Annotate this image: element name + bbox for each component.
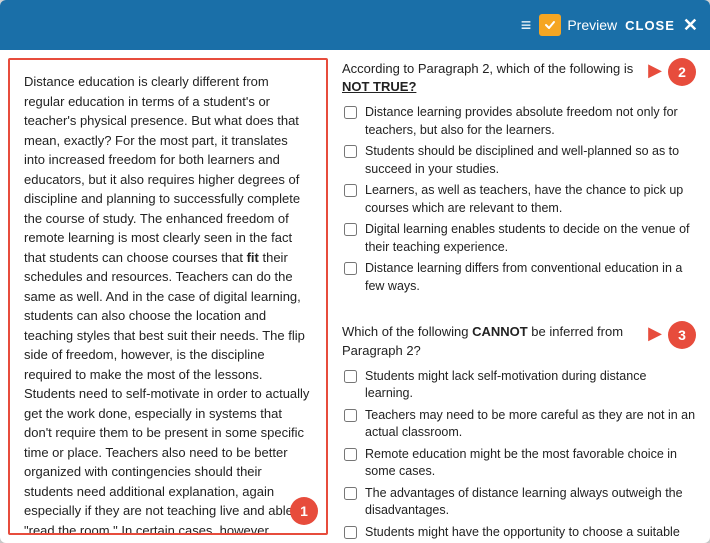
option-item: Distance learning differs from conventio…: [344, 260, 696, 295]
option-label-2-3: Remote education might be the most favor…: [365, 446, 696, 481]
paragraph-badge-1: 1: [290, 497, 318, 525]
option-label-1-2: Students should be disciplined and well-…: [365, 143, 696, 178]
question-text-2: Which of the following CANNOT be inferre…: [342, 323, 642, 359]
option-label-1-4: Digital learning enables students to dec…: [365, 221, 696, 256]
option-checkbox-2-5[interactable]: [344, 526, 357, 539]
question1-text-bold: NOT TRUE?: [342, 79, 416, 94]
close-x-icon[interactable]: ✕: [683, 16, 698, 34]
option-item: Students might have the opportunity to c…: [344, 524, 696, 543]
option-label-2-2: Teachers may need to be more careful as …: [365, 407, 696, 442]
left-panel: Distance education is clearly different …: [8, 58, 328, 535]
grid-icon[interactable]: ≡: [521, 15, 532, 36]
option-label-2-1: Students might lack self-motivation duri…: [365, 368, 696, 403]
question-header-1: According to Paragraph 2, which of the f…: [342, 60, 696, 96]
option-checkbox-1-1[interactable]: [344, 106, 357, 119]
question-badge-1: 2: [668, 58, 696, 86]
preview-button[interactable]: Preview: [539, 14, 617, 36]
option-checkbox-1-5[interactable]: [344, 262, 357, 275]
option-item: Remote education might be the most favor…: [344, 446, 696, 481]
content-area: Distance education is clearly different …: [0, 50, 710, 543]
options-list-2: Students might lack self-motivation duri…: [342, 368, 696, 543]
question1-text-before: According to Paragraph 2, which of the f…: [342, 61, 633, 76]
option-label-2-5: Students might have the opportunity to c…: [365, 524, 696, 543]
option-item: The advantages of distance learning alwa…: [344, 485, 696, 520]
option-checkbox-1-4[interactable]: [344, 223, 357, 236]
question-badge-2: 3: [668, 321, 696, 349]
option-checkbox-2-3[interactable]: [344, 448, 357, 461]
option-label-1-1: Distance learning provides absolute free…: [365, 104, 696, 139]
option-item: Students should be disciplined and well-…: [344, 143, 696, 178]
question-section-1: According to Paragraph 2, which of the f…: [342, 60, 696, 295]
question-header-2: Which of the following CANNOT be inferre…: [342, 323, 696, 359]
bold-word: fit: [247, 250, 259, 265]
paragraph-text: Distance education is clearly different …: [24, 72, 312, 535]
options-list-1: Distance learning provides absolute free…: [342, 104, 696, 295]
close-button[interactable]: CLOSE: [625, 18, 675, 33]
arrow-icon-1: ▶: [648, 60, 662, 81]
preview-icon: [539, 14, 561, 36]
right-panel: According to Paragraph 2, which of the f…: [334, 50, 710, 543]
question2-text-bold: CANNOT: [472, 324, 528, 339]
header: ≡ Preview CLOSE ✕: [0, 0, 710, 50]
option-checkbox-2-4[interactable]: [344, 487, 357, 500]
option-label-1-5: Distance learning differs from conventio…: [365, 260, 696, 295]
option-item: Learners, as well as teachers, have the …: [344, 182, 696, 217]
preview-label: Preview: [567, 17, 617, 33]
question2-text-before: Which of the following: [342, 324, 472, 339]
option-checkbox-1-2[interactable]: [344, 145, 357, 158]
option-label-2-4: The advantages of distance learning alwa…: [365, 485, 696, 520]
option-label-1-3: Learners, as well as teachers, have the …: [365, 182, 696, 217]
modal-container: ≡ Preview CLOSE ✕ Distance education is …: [0, 0, 710, 543]
option-item: Digital learning enables students to dec…: [344, 221, 696, 256]
question-section-2: Which of the following CANNOT be inferre…: [342, 323, 696, 543]
option-item: Teachers may need to be more careful as …: [344, 407, 696, 442]
option-checkbox-2-1[interactable]: [344, 370, 357, 383]
option-checkbox-1-3[interactable]: [344, 184, 357, 197]
option-item: Students might lack self-motivation duri…: [344, 368, 696, 403]
option-item: Distance learning provides absolute free…: [344, 104, 696, 139]
arrow-icon-2: ▶: [648, 323, 662, 344]
question-text-1: According to Paragraph 2, which of the f…: [342, 60, 642, 96]
option-checkbox-2-2[interactable]: [344, 409, 357, 422]
